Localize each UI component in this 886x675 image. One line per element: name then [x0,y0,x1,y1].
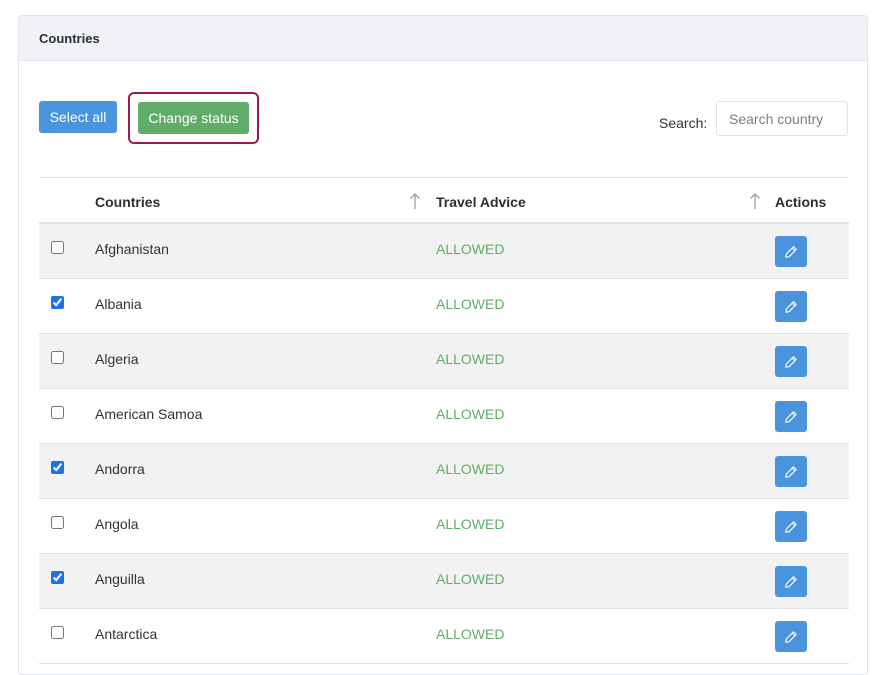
travel-advice-status: ALLOWED [436,406,505,422]
countries-table: Countries Travel Advice Actions Afghanis… [39,177,849,664]
search-input[interactable] [716,101,848,136]
pencil-icon [785,355,797,368]
edit-button[interactable] [775,456,807,487]
row-checkbox[interactable] [51,406,64,419]
travel-advice-status: ALLOWED [436,351,505,367]
sort-arrow-up-icon[interactable] [749,192,761,210]
travel-advice-status: ALLOWED [436,296,505,312]
country-name: American Samoa [95,406,203,422]
column-header-travel-advice[interactable]: Travel Advice [436,194,526,210]
row-checkbox[interactable] [51,516,64,529]
country-name: Antarctica [95,626,158,642]
edit-button[interactable] [775,621,807,652]
pencil-icon [785,630,797,643]
travel-advice-status: ALLOWED [436,241,505,257]
country-name: Algeria [95,351,139,367]
row-checkbox[interactable] [51,296,64,309]
edit-button[interactable] [775,401,807,432]
row-checkbox[interactable] [51,241,64,254]
pencil-icon [785,520,797,533]
country-name: Afghanistan [95,241,169,257]
pencil-icon [785,410,797,423]
card-title: Countries [39,30,100,46]
pencil-icon [785,465,797,478]
column-header-countries[interactable]: Countries [95,194,160,210]
sort-arrow-up-icon[interactable] [409,192,421,210]
countries-card: Countries Select all Change status Searc… [18,15,868,675]
row-checkbox[interactable] [51,461,64,474]
column-header-actions: Actions [775,194,827,210]
edit-button[interactable] [775,511,807,542]
table-row: Afghanistan ALLOWED [39,224,849,279]
row-checkbox[interactable] [51,626,64,639]
country-name: Andorra [95,461,145,477]
row-checkbox[interactable] [51,571,64,584]
search-label: Search: [659,115,708,131]
table-row: Andorra ALLOWED [39,444,849,499]
card-header: Countries [19,16,867,61]
travel-advice-status: ALLOWED [436,626,505,642]
change-status-button[interactable]: Change status [138,102,249,134]
edit-button[interactable] [775,346,807,377]
pencil-icon [785,245,797,258]
pencil-icon [785,575,797,588]
country-name: Albania [95,296,142,312]
table-row: Albania ALLOWED [39,279,849,334]
table-row: Angola ALLOWED [39,499,849,554]
table-header: Countries Travel Advice Actions [39,178,849,224]
pencil-icon [785,300,797,313]
row-checkbox[interactable] [51,351,64,364]
travel-advice-status: ALLOWED [436,461,505,477]
edit-button[interactable] [775,291,807,322]
table-row: Antarctica ALLOWED [39,609,849,664]
edit-button[interactable] [775,236,807,267]
edit-button[interactable] [775,566,807,597]
country-name: Angola [95,516,139,532]
select-all-button[interactable]: Select all [39,101,117,133]
table-row: Anguilla ALLOWED [39,554,849,609]
table-row: Algeria ALLOWED [39,334,849,389]
travel-advice-status: ALLOWED [436,571,505,587]
table-row: American Samoa ALLOWED [39,389,849,444]
country-name: Anguilla [95,571,145,587]
travel-advice-status: ALLOWED [436,516,505,532]
